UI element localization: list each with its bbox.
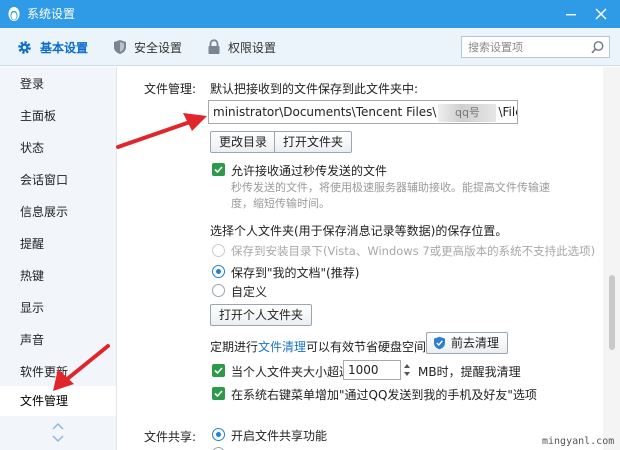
section-label-file-management: 文件管理: [144, 82, 197, 96]
context-menu-label: 在系统右键菜单增加"通过QQ发送到我的手机及好友"选项 [231, 388, 537, 402]
tab-label: 权限设置 [228, 40, 277, 55]
tab-security-settings[interactable]: 安全设置 [113, 37, 182, 57]
context-menu-checkbox[interactable] [212, 387, 225, 400]
check-icon [214, 390, 223, 398]
watermark: mingyanl.com [542, 436, 615, 447]
radio-my-documents[interactable] [212, 265, 225, 278]
sidebar-item-label: 会话窗口 [20, 173, 69, 187]
size-limit-input[interactable]: 1000 [343, 360, 401, 380]
cleanup-prefix: 定期进行 [210, 340, 259, 354]
sidebar-item-label: 文件管理 [20, 394, 69, 408]
enable-file-share-label: 开启文件共享功能 [231, 429, 328, 443]
settings-content: 文件管理: 默认把接收到的文件保存到此文件夹中: ministrator\Doc… [118, 67, 602, 450]
allow-flash-transfer-checkbox[interactable] [212, 163, 225, 176]
sidebar-item-reminders[interactable]: 提醒 [0, 229, 116, 259]
search-input[interactable] [468, 39, 586, 55]
sidebar-item-label: 信息展示 [20, 205, 69, 219]
settings-tab-bar: 基本设置 安全设置 权限设置 [0, 28, 620, 66]
sidebar-item-sound[interactable]: 声音 [0, 325, 116, 355]
radio-custom[interactable] [212, 284, 225, 297]
sidebar-item-file-management[interactable]: 文件管理 [0, 386, 116, 416]
download-path-field[interactable]: ministrator\Documents\Tencent Files\ qq号 \… [208, 100, 518, 124]
penguin-logo-icon [8, 7, 20, 21]
sidebar-item-label: 热键 [20, 269, 45, 283]
sidebar-item-label: 登录 [20, 77, 45, 91]
content-scrollbar[interactable] [603, 67, 620, 450]
sidebar-item-hotkeys[interactable]: 热键 [0, 261, 116, 291]
go-cleanup-label: 前去清理 [451, 336, 500, 350]
size-reminder-checkbox[interactable] [212, 364, 225, 377]
settings-sidebar: 登录 主面板 状态 会话窗口 信息展示 提醒 热键 显示 声音 软件更新 文件管… [0, 67, 117, 450]
personal-folder-description: 选择个人文件夹(用于保存消息记录等数据)的保存位置。 [210, 224, 508, 238]
search-box[interactable] [461, 36, 610, 58]
minimize-icon[interactable] [560, 3, 582, 25]
sidebar-item-chat-window[interactable]: 会话窗口 [0, 165, 116, 195]
path-prefix: ministrator\Documents\Tencent Files\ [213, 105, 437, 119]
cleanup-hint: 定期进行文件清理可以有效节省硬盘空间。 [210, 338, 438, 355]
chevron-down-icon[interactable] [52, 435, 64, 443]
tab-label: 基本设置 [40, 40, 89, 55]
sidebar-item-label: 提醒 [20, 237, 45, 251]
allow-flash-transfer-label: 允许接收通过秒传发送的文件 [231, 164, 388, 178]
tab-permission-settings[interactable]: 权限设置 [207, 37, 276, 57]
masked-qq-number: qq号 [438, 103, 497, 122]
check-icon [214, 166, 223, 174]
sidebar-item-software-update[interactable]: 软件更新 [0, 357, 116, 387]
sidebar-item-label: 显示 [20, 301, 45, 315]
sidebar-item-status[interactable]: 状态 [0, 133, 116, 163]
radio-enable-file-share[interactable] [212, 428, 225, 441]
spinner-arrows-icon[interactable] [402, 360, 412, 380]
sidebar-item-login[interactable]: 登录 [0, 69, 116, 99]
cleanup-suffix: 可以有效节省硬盘空间。 [306, 340, 439, 354]
check-icon [214, 367, 223, 375]
close-icon[interactable] [590, 3, 612, 25]
gear-icon [18, 40, 31, 54]
section-label-file-share: 文件共享: [144, 430, 197, 444]
sidebar-item-label: 声音 [20, 333, 45, 347]
sidebar-item-label: 主面板 [20, 109, 57, 123]
title-bar: 系统设置 [0, 0, 620, 28]
flash-transfer-description-line2: 度，缩短传输时间。 [231, 197, 330, 210]
custom-option-label: 自定义 [231, 285, 268, 299]
path-suffix: \FileRecv\ [498, 105, 517, 119]
sidebar-item-label: 状态 [20, 141, 45, 155]
chevron-up-icon[interactable] [52, 422, 64, 430]
sidebar-item-display[interactable]: 显示 [0, 293, 116, 323]
change-directory-button[interactable]: 更改目录 [210, 131, 277, 153]
go-cleanup-button[interactable]: 前去清理 [426, 332, 509, 354]
default-path-description: 默认把接收到的文件保存到此文件夹中: [210, 82, 419, 96]
file-cleanup-link[interactable]: 文件清理 [258, 340, 306, 354]
shield-icon [114, 40, 126, 54]
lock-icon [208, 39, 220, 54]
sidebar-item-main-panel[interactable]: 主面板 [0, 101, 116, 131]
install-directory-option-label: 保存到安装目录下(Vista、Windows 7或更高版本的系统不支持此选项) [231, 244, 596, 258]
search-icon[interactable] [590, 40, 605, 55]
scrollbar-thumb[interactable] [609, 275, 615, 350]
sidebar-item-label: 软件更新 [20, 365, 69, 379]
flash-transfer-description-line1: 秒传发送的文件，将使用极速服务器辅助接收。能提高文件传输速 [231, 181, 550, 194]
shield-check-icon [434, 336, 445, 350]
size-reminder-prefix: 当个人文件夹大小超过 [231, 365, 352, 379]
size-reminder-suffix: MB时，提醒我清理 [418, 365, 521, 379]
sidebar-item-info-display[interactable]: 信息展示 [0, 197, 116, 227]
window-title: 系统设置 [27, 7, 76, 21]
open-personal-folder-button[interactable]: 打开个人文件夹 [210, 304, 313, 326]
tab-label: 安全设置 [134, 40, 183, 55]
tab-basic-settings[interactable]: 基本设置 [16, 37, 88, 57]
my-documents-option-label: 保存到"我的文档"(推荐) [231, 266, 360, 280]
open-folder-button[interactable]: 打开文件夹 [274, 131, 353, 153]
radio-install-directory[interactable] [212, 244, 225, 257]
